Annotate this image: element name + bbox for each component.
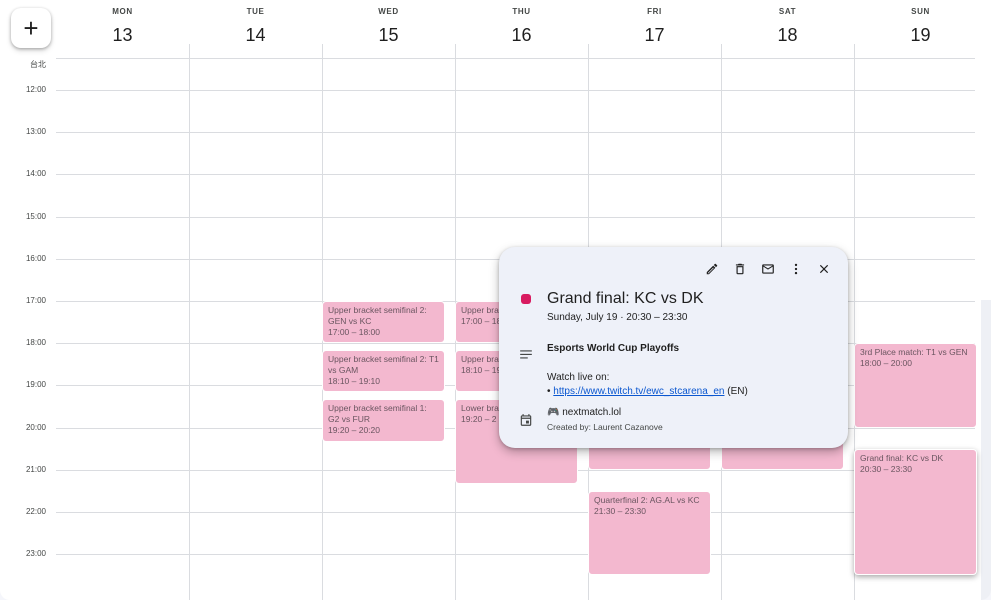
event-creator: Created by: Laurent Cazanove xyxy=(547,422,663,432)
event-time: 20:30 – 23:30 xyxy=(860,463,912,474)
day-number[interactable]: 16 xyxy=(455,25,588,46)
event-time: 21:30 – 23:30 xyxy=(594,505,646,516)
time-label: 13:00 xyxy=(25,127,46,137)
description-icon xyxy=(520,350,532,359)
event-color-swatch xyxy=(521,294,531,304)
day-name: THU xyxy=(512,7,531,16)
event-time: 17:00 – 18:00 xyxy=(328,327,380,337)
event-time: 18:00 – 20:00 xyxy=(860,358,912,369)
calendar-icon xyxy=(520,414,532,426)
stream-link[interactable]: https://www.twitch.tv/ewc_stcarena_en xyxy=(553,386,724,397)
pencil-icon[interactable] xyxy=(702,259,722,279)
hour-line xyxy=(56,132,975,134)
time-label: 15:00 xyxy=(25,211,46,221)
event-title: Upper bracket semifinal 2: T1 vs GAM xyxy=(328,354,439,376)
day-header-sat[interactable]: SAT 18 xyxy=(721,0,854,58)
day-number[interactable]: 18 xyxy=(721,25,854,46)
link-line: • https://www.twitch.tv/ewc_stcarena_en … xyxy=(547,385,837,399)
time-label: 19:00 xyxy=(25,380,46,390)
day-number[interactable]: 13 xyxy=(56,25,189,46)
event-title: Upper bracket semifinal 2: GEN vs KC xyxy=(328,305,427,326)
link-suffix: (EN) xyxy=(724,386,748,397)
time-label: 21:00 xyxy=(25,464,46,474)
day-header-thu[interactable]: THU 16 xyxy=(455,0,588,58)
calendar-event[interactable]: Quarterfinal 2: AG.AL vs KC 21:30 – 23:30 xyxy=(588,490,711,576)
day-number[interactable]: 14 xyxy=(189,25,322,46)
day-divider xyxy=(189,44,190,600)
mail-icon[interactable] xyxy=(758,259,778,279)
event-description-title: Esports World Cup Playoffs xyxy=(547,343,680,354)
time-label: 22:00 xyxy=(25,507,46,516)
hour-line xyxy=(56,512,975,513)
event-date-time: Sunday, July 19 · 20:30 – 23:30 xyxy=(547,312,688,323)
day-header-tue[interactable]: TUE 14 xyxy=(189,0,322,58)
time-label: 16:00 xyxy=(25,253,46,263)
hour-line xyxy=(56,554,975,556)
day-header-wed[interactable]: WED 15 xyxy=(322,0,455,58)
calendar-name: 🎮 nextmatch.lol xyxy=(547,407,622,418)
day-name: WED xyxy=(378,7,399,16)
day-number[interactable]: 15 xyxy=(322,25,455,46)
calendar-event[interactable]: 3rd Place match: T1 vs GEN 18:00 – 20:00 xyxy=(854,343,977,428)
hour-line xyxy=(56,90,975,91)
calendar-event[interactable]: Upper bracket semifinal 1: G2 vs FUR 19:2… xyxy=(322,399,445,442)
time-label: 14:00 xyxy=(25,169,46,179)
scrollbar[interactable] xyxy=(981,300,991,600)
close-icon[interactable] xyxy=(814,259,834,279)
day-name: FRI xyxy=(647,7,662,16)
more-vert-icon[interactable] xyxy=(786,259,806,279)
event-description: Watch live on: • https://www.twitch.tv/e… xyxy=(547,371,837,399)
event-details-popup: Grand final: KC vs DK Sunday, July 19 · … xyxy=(499,247,848,448)
event-time: 19:20 – 20:20 xyxy=(328,425,380,436)
watch-label: Watch live on: xyxy=(547,372,610,383)
day-name: MON xyxy=(112,7,133,16)
day-header-fri[interactable]: FRI 17 xyxy=(588,0,721,58)
day-number[interactable]: 17 xyxy=(588,25,721,46)
time-label: 20:00 xyxy=(25,422,46,432)
event-title: 3rd Place match: T1 vs GEN xyxy=(860,347,968,358)
time-label: 23:00 xyxy=(25,549,46,559)
calendar-event[interactable]: Upper bracket semifinal 2: T1 vs GAM 18:1… xyxy=(322,350,445,393)
event-title: Quarterfinal 2: AG.AL vs KC xyxy=(594,494,700,505)
day-name: SUN xyxy=(911,7,930,16)
calendar-week-view: + MON 13 TUE 14 WED 15 THU 16 FRI 17 SAT 18 SUN 19 台北… xyxy=(0,0,991,600)
day-number[interactable]: 19 xyxy=(854,25,987,46)
time-label: 12:00 xyxy=(25,85,46,94)
day-header-mon[interactable]: MON 13 xyxy=(56,0,189,58)
event-title: Grand final: KC vs DK xyxy=(547,290,704,307)
create-button[interactable]: + xyxy=(11,8,51,48)
hour-line xyxy=(56,174,975,176)
hour-line xyxy=(56,216,975,218)
day-name: TUE xyxy=(246,7,265,16)
event-title: Grand final: KC vs DK xyxy=(860,452,944,463)
event-title: Upper bracket semifinal 1: G2 vs FUR xyxy=(328,403,427,425)
time-label: 17:00 xyxy=(25,296,46,305)
trash-icon[interactable] xyxy=(730,259,750,279)
calendar-event[interactable]: Upper bracket semifinal 2: GEN vs KC 17:0… xyxy=(322,301,445,344)
day-header-sun[interactable]: SUN 19 xyxy=(854,0,987,58)
calendar-event[interactable]: Grand final: KC vs DK 20:30 – 23:30 xyxy=(854,448,977,576)
day-name: SAT xyxy=(778,7,797,16)
time-label: 18:00 xyxy=(25,338,46,348)
event-time: 18:10 – 19:10 xyxy=(328,376,380,387)
timezone-label: 台北 xyxy=(30,60,46,69)
